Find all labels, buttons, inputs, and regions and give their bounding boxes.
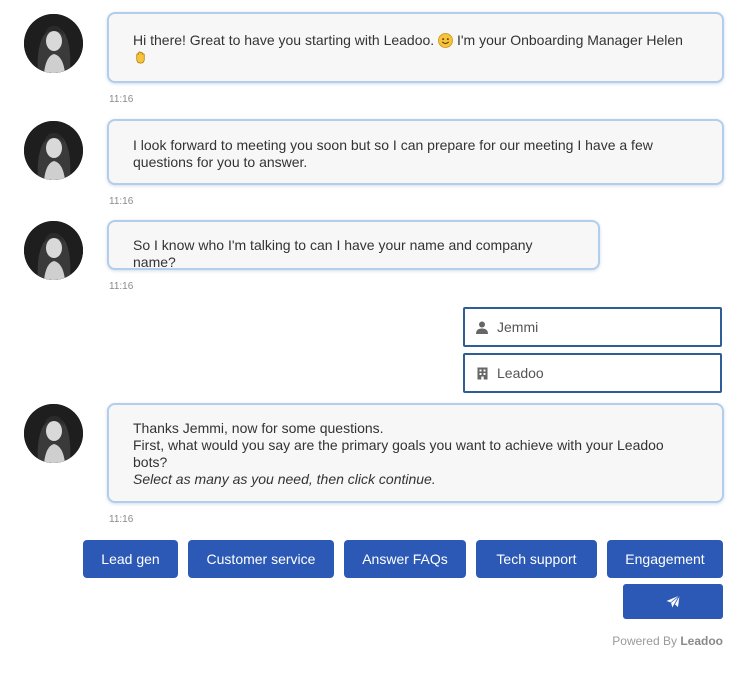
agent-message-4: Thanks Jemmi, now for some questions. Fi…: [107, 403, 724, 503]
building-icon: [475, 366, 489, 380]
message-text: So I know who I'm talking to can I have …: [133, 237, 533, 270]
message-instruction: Select as many as you need, then click c…: [133, 471, 436, 487]
message-text: Hi there! Great to have you starting wit…: [133, 32, 683, 48]
message-text: First, what would you say are the primar…: [133, 437, 664, 453]
send-button[interactable]: [623, 584, 723, 619]
message-text: bots?: [133, 454, 168, 470]
agent-message-2: I look forward to meeting you soon but s…: [107, 119, 724, 185]
powered-by-footer: Powered By Leadoo: [612, 634, 723, 648]
waving-hand-emoji-icon: [133, 49, 698, 66]
brand-link[interactable]: Leadoo: [680, 634, 723, 648]
company-input[interactable]: [497, 365, 697, 381]
message-timestamp: 11:16: [109, 514, 134, 525]
agent-avatar: [24, 14, 83, 73]
message-text: Thanks Jemmi, now for some questions.: [133, 420, 384, 436]
option-tech-support-button[interactable]: Tech support: [476, 540, 597, 578]
smiling-face-emoji-icon: [438, 33, 453, 48]
agent-avatar: [24, 404, 83, 463]
agent-message-1: Hi there! Great to have you starting wit…: [107, 12, 724, 83]
option-customer-service-button[interactable]: Customer service: [188, 540, 334, 578]
paper-plane-icon: [666, 594, 680, 608]
option-answer-faqs-button[interactable]: Answer FAQs: [344, 540, 466, 578]
agent-avatar: [24, 221, 83, 280]
user-icon: [475, 320, 489, 334]
agent-avatar: [24, 121, 83, 180]
message-text: questions for you to answer.: [133, 154, 308, 170]
agent-message-3: So I know who I'm talking to can I have …: [107, 220, 600, 270]
message-timestamp: 11:16: [109, 281, 134, 292]
message-text: I look forward to meeting you soon but s…: [133, 137, 653, 153]
option-lead-gen-button[interactable]: Lead gen: [83, 540, 178, 578]
name-field[interactable]: [463, 307, 722, 347]
message-timestamp: 11:16: [109, 94, 134, 105]
name-input[interactable]: [497, 319, 697, 335]
company-field[interactable]: [463, 353, 722, 393]
option-engagement-button[interactable]: Engagement: [607, 540, 723, 578]
message-timestamp: 11:16: [109, 196, 134, 207]
